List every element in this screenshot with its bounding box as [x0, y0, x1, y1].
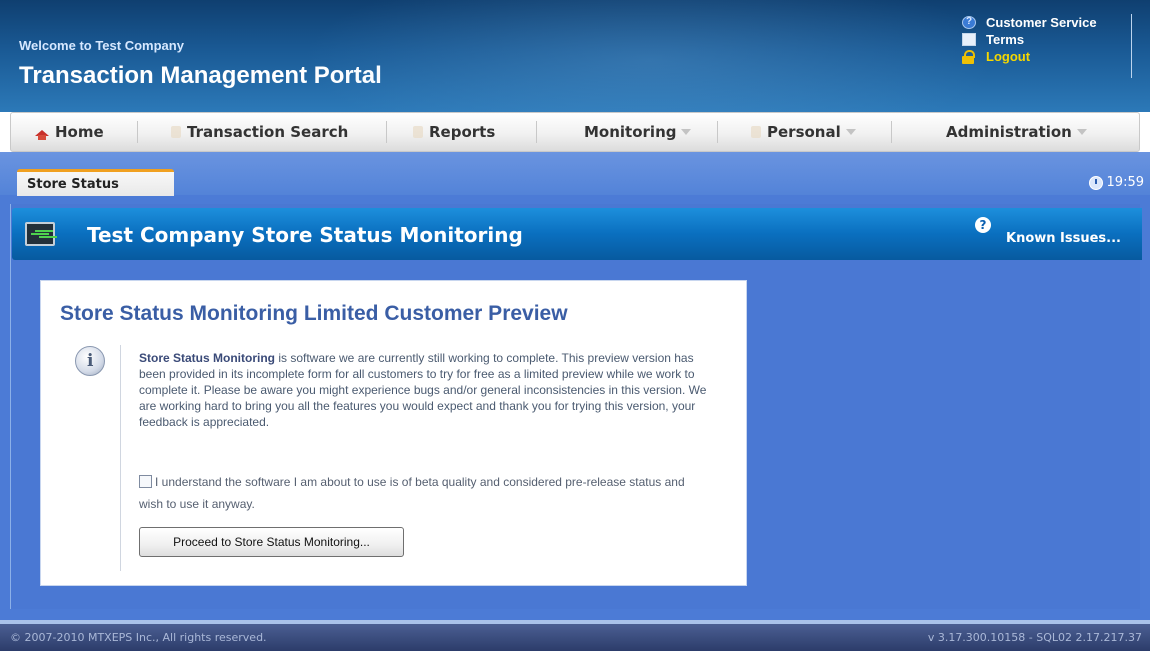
logout-label: Logout: [986, 48, 1031, 64]
document-icon: [962, 32, 976, 46]
panel-title: Test Company Store Status Monitoring: [87, 223, 523, 247]
lock-icon: [962, 49, 976, 64]
info-icon: [75, 346, 105, 376]
nav-monitoring[interactable]: Monitoring: [584, 113, 692, 151]
tab-store-status[interactable]: Store Status: [17, 169, 174, 196]
welcome-text: Welcome to Test Company: [19, 38, 184, 53]
nav-divider: [386, 121, 387, 143]
tab-strip: Store Status 19:59: [0, 152, 1150, 196]
nav-administration-label: Administration: [946, 123, 1072, 141]
product-name: Store Status Monitoring: [139, 351, 275, 365]
proceed-button[interactable]: Proceed to Store Status Monitoring...: [139, 527, 404, 557]
nav-home-label: Home: [55, 123, 104, 141]
person-icon: [751, 126, 761, 138]
nav-personal[interactable]: Personal: [751, 113, 856, 151]
known-issues-label: Known Issues...: [1006, 231, 1121, 246]
customer-service-label: Customer Service: [986, 14, 1097, 30]
nav-divider: [891, 121, 892, 143]
question-icon: ?: [975, 217, 991, 233]
chevron-down-icon: [1076, 129, 1087, 135]
main-nav: Home Transaction Search Reports Monitori…: [10, 112, 1140, 152]
nav-divider: [536, 121, 537, 143]
consent-row[interactable]: I understand the software I am about to …: [139, 471, 699, 515]
terms-label: Terms: [986, 31, 1025, 47]
nav-transaction-search-label: Transaction Search: [187, 123, 349, 141]
nav-divider: [717, 121, 718, 143]
customer-service-link[interactable]: Customer Service: [962, 14, 1123, 30]
nav-reports[interactable]: Reports: [413, 113, 495, 151]
divider: [120, 345, 121, 571]
chevron-down-icon: [681, 129, 692, 135]
header: Welcome to Test Company Transaction Mana…: [0, 0, 1150, 112]
nav-personal-label: Personal: [767, 123, 841, 141]
consent-label: I understand the software I am about to …: [139, 475, 685, 511]
footer: © 2007-2010 MTXEPS Inc., All rights rese…: [0, 624, 1150, 651]
consent-checkbox[interactable]: [139, 475, 152, 488]
search-icon: [171, 126, 181, 138]
copyright: © 2007-2010 MTXEPS Inc., All rights rese…: [10, 631, 267, 644]
nav-monitoring-label: Monitoring: [584, 123, 677, 141]
preview-notice-card: Store Status Monitoring Limited Customer…: [40, 280, 747, 586]
top-links: Customer Service Terms Logout: [962, 14, 1132, 78]
clock: 19:59: [1088, 175, 1144, 190]
portal-title: Transaction Management Portal: [19, 62, 382, 89]
nav-administration[interactable]: Administration: [946, 113, 1087, 151]
nav-reports-label: Reports: [429, 123, 496, 141]
home-icon: [35, 126, 49, 140]
version-info: v 3.17.300.10158 - SQL02 2.17.217.37: [927, 631, 1142, 644]
notice-title: Store Status Monitoring Limited Customer…: [60, 302, 568, 325]
logout-link[interactable]: Logout: [962, 48, 1123, 64]
clock-time: 19:59: [1106, 175, 1144, 190]
nav-home[interactable]: Home: [35, 113, 104, 151]
notice-body: Store Status Monitoring is software we a…: [139, 350, 719, 430]
help-icon: [962, 15, 976, 29]
known-issues-link[interactable]: ? Known Issues...: [975, 214, 1140, 250]
nav-divider: [137, 121, 138, 143]
nav-transaction-search[interactable]: Transaction Search: [171, 113, 348, 151]
terms-link[interactable]: Terms: [962, 31, 1123, 47]
content-area: Store Status 19:59 Test Company Store St…: [0, 152, 1150, 620]
clock-icon: [1088, 175, 1103, 190]
monitor-icon: [25, 222, 55, 246]
chevron-down-icon: [845, 129, 856, 135]
reports-icon: [413, 126, 423, 138]
